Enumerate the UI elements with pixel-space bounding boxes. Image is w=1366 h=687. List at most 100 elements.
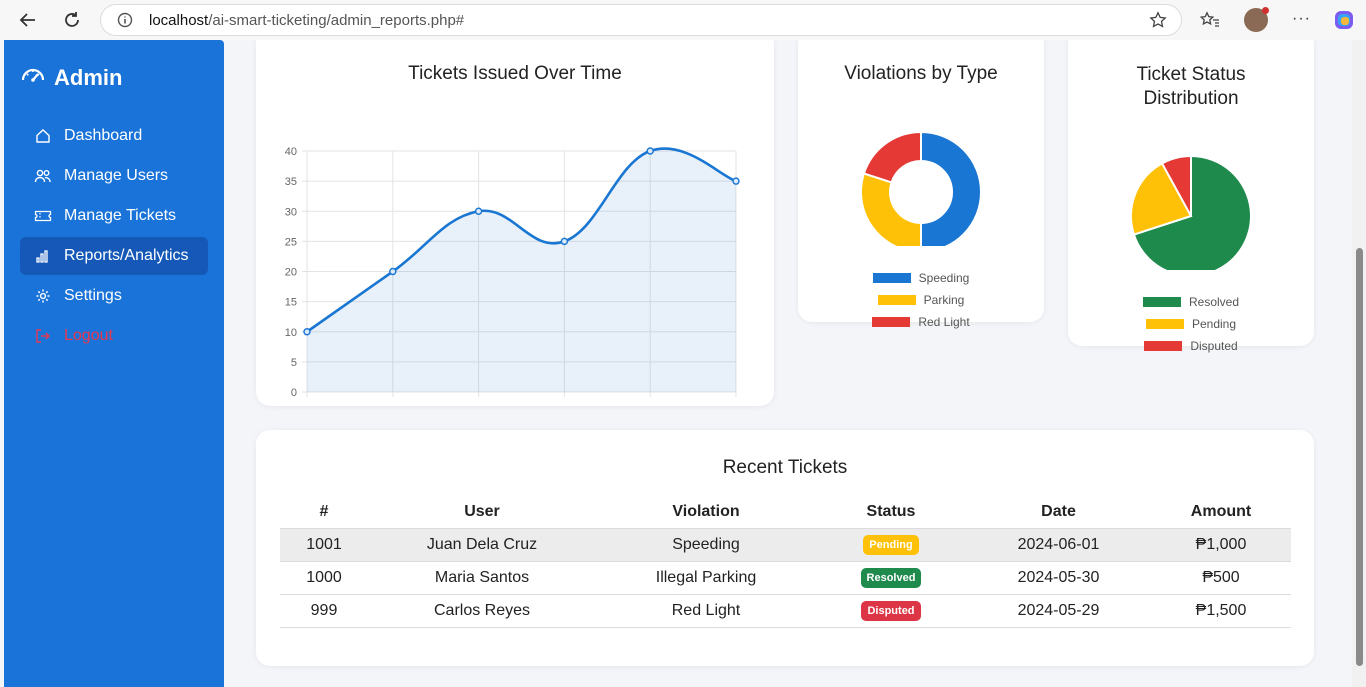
slice-red-light <box>862 130 922 184</box>
cell-violation: Illegal Parking <box>596 561 816 595</box>
legend-swatch <box>872 317 911 327</box>
favorites-icon[interactable] <box>1199 11 1220 34</box>
sidebar-item-label: Reports/Analytics <box>64 247 189 264</box>
legend-item[interactable]: Disputed <box>1068 339 1314 353</box>
legend-item[interactable]: Red Light <box>798 315 1044 329</box>
cell-violation: Speeding <box>596 527 816 562</box>
legend-item[interactable]: Resolved <box>1068 295 1314 309</box>
sidebar-item-manage-tickets[interactable]: Manage Tickets <box>20 197 208 235</box>
y-tick-label: 15 <box>285 297 297 309</box>
column-header-status: Status <box>866 502 916 520</box>
sidebar-item-label: Logout <box>64 327 113 344</box>
x-tick-label: Jan <box>298 405 316 406</box>
avatar[interactable] <box>1244 7 1269 32</box>
x-tick-label: Apr <box>556 405 573 406</box>
legend-swatch <box>1145 319 1184 329</box>
slice-speeding <box>920 130 982 246</box>
cell-amount: ₱1,000 <box>1151 527 1291 562</box>
cell-user: Juan Dela Cruz <box>368 527 596 562</box>
y-tick-label: 30 <box>285 206 297 218</box>
brand-title: Admin <box>54 65 123 90</box>
cell-user: Carlos Reyes <box>368 594 596 628</box>
y-tick-label: 5 <box>291 357 297 369</box>
cell-id: 999 <box>280 594 368 628</box>
back-icon[interactable] <box>14 6 42 34</box>
cell-id: 1001 <box>280 527 368 562</box>
page-scrollbar[interactable] <box>1352 40 1366 687</box>
address-bar[interactable]: localhost/ai-smart-ticketing/admin_repor… <box>100 4 1182 36</box>
reload-icon[interactable] <box>58 6 86 34</box>
x-tick-label: Jun <box>727 405 745 406</box>
violations-doughnut-chart <box>860 130 982 246</box>
cell-violation: Red Light <box>596 594 816 628</box>
status-card: Ticket Status Distribution Resolved Pendi… <box>1068 40 1314 353</box>
sidebar-item-settings[interactable]: Settings <box>20 277 208 315</box>
y-tick-label: 20 <box>285 267 297 279</box>
table-header-row: # User Violation Status Date Amount <box>280 496 1291 528</box>
column-header-user: User <box>464 502 500 520</box>
legend-label: Disputed <box>1190 339 1238 353</box>
star-icon[interactable] <box>1149 11 1167 34</box>
y-tick-label: 40 <box>285 146 297 158</box>
status-badge: Pending <box>863 534 919 555</box>
x-tick-label: Mar <box>469 405 488 406</box>
cell-status: Disputed <box>816 594 966 628</box>
sidebar-item-label: Dashboard <box>64 127 143 144</box>
cell-amount: ₱500 <box>1151 561 1291 595</box>
legend-label: Resolved <box>1188 295 1240 309</box>
sidebar-item-reports-analytics[interactable]: Reports/Analytics <box>20 237 208 275</box>
legend-label: Red Light <box>918 315 970 329</box>
url-text: localhost/ai-smart-ticketing/admin_repor… <box>149 12 464 29</box>
sidebar-item-logout[interactable]: Logout <box>20 317 208 355</box>
speedometer-icon <box>20 62 54 94</box>
data-point <box>732 177 740 185</box>
cell-user: Maria Santos <box>368 561 596 595</box>
cell-id: 1000 <box>280 561 368 595</box>
data-point <box>303 328 311 336</box>
x-tick-label: May <box>640 405 661 406</box>
sidebar-item-manage-users[interactable]: Manage Users <box>20 157 208 195</box>
scrollbar-thumb[interactable] <box>1356 248 1363 666</box>
page: Admin Dashboard Manage Users Manage Tick… <box>0 40 1366 687</box>
cell-date: 2024-06-01 <box>966 527 1151 562</box>
legend-swatch <box>872 273 911 283</box>
y-tick-label: 35 <box>285 176 297 188</box>
x-tick-label: Feb <box>383 405 402 406</box>
sidebar-item-dashboard[interactable]: Dashboard <box>20 117 208 155</box>
bar-chart-icon <box>34 247 52 265</box>
legend-item[interactable]: Pending <box>1068 317 1314 331</box>
legend-label: Parking <box>923 293 965 307</box>
copilot-icon[interactable] <box>1333 9 1355 36</box>
line-area-fill <box>307 148 736 392</box>
cell-status: Resolved <box>816 561 966 595</box>
logout-icon <box>34 327 52 345</box>
line-chart: 0 5 10 15 20 25 30 35 40 Jan Feb Mar Apr May Jun <box>285 146 745 406</box>
y-tick-label: 25 <box>285 236 297 248</box>
recent-tickets-title: Recent Tickets <box>722 457 848 478</box>
more-icon[interactable]: ··· <box>1292 10 1311 28</box>
legend-swatch <box>877 295 916 305</box>
legend-item[interactable]: Parking <box>798 293 1044 307</box>
cell-amount: ₱1,500 <box>1151 594 1291 628</box>
column-header-id: # <box>319 502 329 520</box>
data-point <box>389 267 397 276</box>
recent-tickets-table: # User Violation Status Date Amount 1001… <box>280 496 1291 628</box>
brand[interactable]: Admin <box>20 62 122 94</box>
table-row: 999 Carlos Reyes Red Light Disputed 2024… <box>280 594 1291 628</box>
status-title: Ticket Status Distribution <box>1136 64 1246 109</box>
data-point <box>646 147 654 155</box>
legend-swatch <box>1142 297 1181 307</box>
legend-label: Pending <box>1191 317 1237 331</box>
legend-item[interactable]: Speeding <box>798 271 1044 285</box>
line-chart-card: Tickets Issued Over Time 0 5 10 15 20 25 30 35 4… <box>256 40 774 406</box>
users-icon <box>34 167 52 185</box>
info-icon[interactable] <box>117 12 133 33</box>
violations-card: Violations by Type Speeding Parking Red Li… <box>798 40 1044 329</box>
legend-label: Speeding <box>918 271 970 285</box>
violations-title: Violations by Type <box>844 63 998 84</box>
cell-date: 2024-05-29 <box>966 594 1151 628</box>
sidebar-item-label: Manage Tickets <box>64 207 177 224</box>
status-badge: Resolved <box>860 567 922 588</box>
y-tick-label: 0 <box>291 387 297 399</box>
ticket-icon <box>34 207 52 225</box>
